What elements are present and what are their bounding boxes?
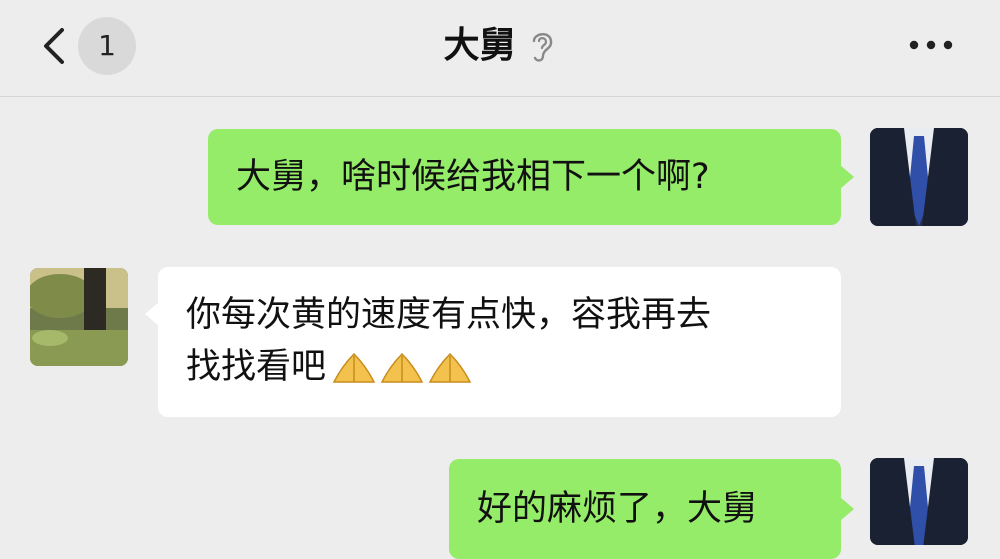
bubble-tail bbox=[145, 302, 159, 326]
message-text: 好的麻烦了，大舅 bbox=[477, 489, 758, 529]
ear-icon bbox=[532, 33, 552, 62]
pray-hands-icon bbox=[332, 352, 376, 383]
contact-avatar[interactable] bbox=[30, 268, 128, 366]
bubble-tail bbox=[840, 165, 854, 189]
message-text-line-1: 你每次黄的速度有点快，容我再去 bbox=[186, 295, 712, 335]
message-bubble[interactable]: 好的麻烦了，大舅 bbox=[449, 459, 841, 559]
my-avatar[interactable] bbox=[870, 128, 968, 226]
message-text: 大舅，啥时候给我相下一个啊? bbox=[236, 157, 710, 197]
my-avatar[interactable] bbox=[870, 458, 968, 545]
emoji-group bbox=[332, 352, 472, 384]
chat-title-wrap: 大舅 bbox=[0, 18, 1000, 74]
message-text-line-2: 找找看吧 bbox=[186, 341, 813, 393]
more-dots-icon[interactable] bbox=[908, 38, 954, 52]
message-bubble[interactable]: 你每次黄的速度有点快，容我再去 找找看吧 bbox=[158, 267, 841, 417]
chat-header: 1 大舅 bbox=[0, 0, 1000, 97]
message-text-line-2-text: 找找看吧 bbox=[186, 347, 327, 387]
message-bubble[interactable]: 大舅，啥时候给我相下一个啊? bbox=[208, 129, 841, 225]
bubble-tail bbox=[840, 497, 854, 521]
pray-hands-icon bbox=[380, 352, 424, 383]
chat-title: 大舅 bbox=[443, 25, 516, 66]
pray-hands-icon bbox=[428, 352, 472, 383]
